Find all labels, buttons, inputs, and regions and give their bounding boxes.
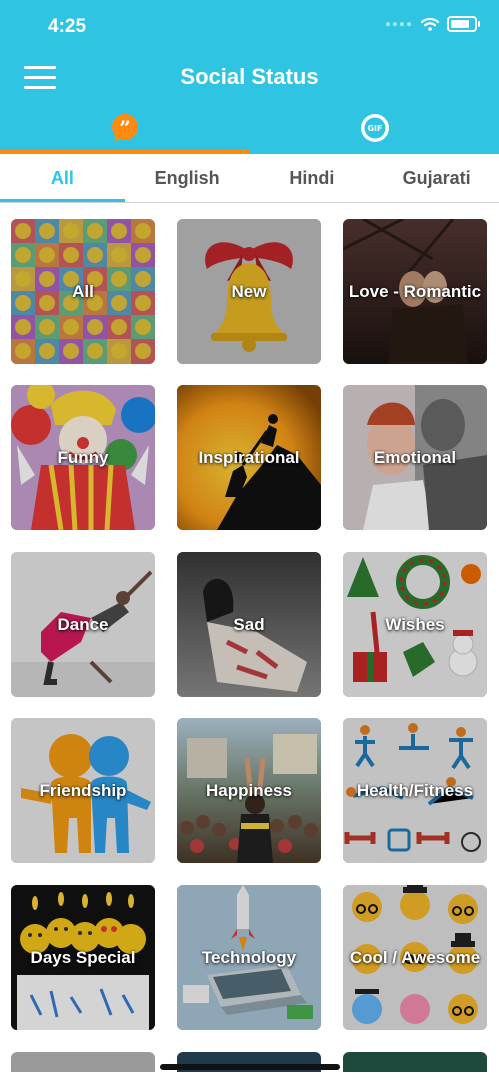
category-label: All: [72, 282, 94, 301]
tab-all[interactable]: All: [0, 154, 125, 202]
category-card-days-special[interactable]: Days Special: [11, 885, 155, 1030]
category-card-new[interactable]: New: [177, 219, 321, 364]
svg-text:GIF: GIF: [367, 124, 382, 133]
category-card-partial[interactable]: [343, 1052, 487, 1072]
category-card-emotional[interactable]: Emotional: [343, 385, 487, 530]
battery-level: [451, 20, 469, 28]
wifi-icon: [421, 17, 439, 31]
signal-icon: ●●●●: [384, 18, 413, 30]
gif-icon: GIF: [360, 114, 389, 142]
category-label: Health/Fitness: [356, 781, 474, 800]
category-card-cool-awesome[interactable]: Cool / Awesome: [343, 885, 487, 1030]
category-card-sad[interactable]: Sad: [177, 552, 321, 697]
tab-hindi[interactable]: Hindi: [250, 154, 375, 202]
category-label: Wishes: [385, 615, 445, 634]
category-card-all[interactable]: All: [11, 219, 155, 364]
tab-quotes[interactable]: ”: [0, 112, 249, 154]
category-label: Sad: [233, 615, 265, 634]
tab-gujarati[interactable]: Gujarati: [374, 154, 499, 202]
category-card-inspirational[interactable]: Inspirational: [177, 385, 321, 530]
category-card-health-fitness[interactable]: Health/Fitness: [343, 718, 487, 863]
category-label: Emotional: [373, 448, 457, 467]
svg-text:”: ”: [119, 116, 131, 140]
category-card-funny[interactable]: Funny: [11, 385, 155, 530]
language-tabs: All English Hindi Gujarati: [0, 154, 499, 203]
category-card-technology[interactable]: Technology: [177, 885, 321, 1030]
category-card-friendship[interactable]: Friendship: [11, 718, 155, 863]
category-card-partial[interactable]: [11, 1052, 155, 1072]
status-icons: ●●●●: [384, 16, 480, 32]
quote-bubble-icon: ”: [111, 114, 138, 142]
page-title: Social Status: [180, 64, 319, 89]
category-label: Inspirational: [198, 448, 300, 467]
category-label: Love - Romantic: [348, 282, 482, 301]
app-header: 4:25 ●●●● Social Status ” GIF: [0, 0, 499, 154]
battery-icon: [447, 16, 480, 32]
category-label: Days Special: [30, 948, 136, 967]
category-card-happiness[interactable]: Happiness: [177, 718, 321, 863]
category-label: Cool / Awesome: [349, 948, 481, 967]
status-time: 4:25: [48, 16, 87, 37]
category-label: Funny: [57, 448, 109, 467]
tab-english[interactable]: English: [125, 154, 250, 202]
category-card-dance[interactable]: Dance: [11, 552, 155, 697]
category-label: Happiness: [206, 781, 292, 800]
category-label: Technology: [201, 948, 297, 967]
tab-gif[interactable]: GIF: [250, 112, 499, 154]
category-label: Dance: [57, 615, 109, 634]
home-indicator: [160, 1064, 340, 1070]
category-card-love-romantic[interactable]: Love - Romantic: [343, 219, 487, 364]
category-label: Friendship: [39, 781, 127, 800]
category-label: New: [231, 282, 267, 301]
category-card-wishes[interactable]: Wishes: [343, 552, 487, 697]
